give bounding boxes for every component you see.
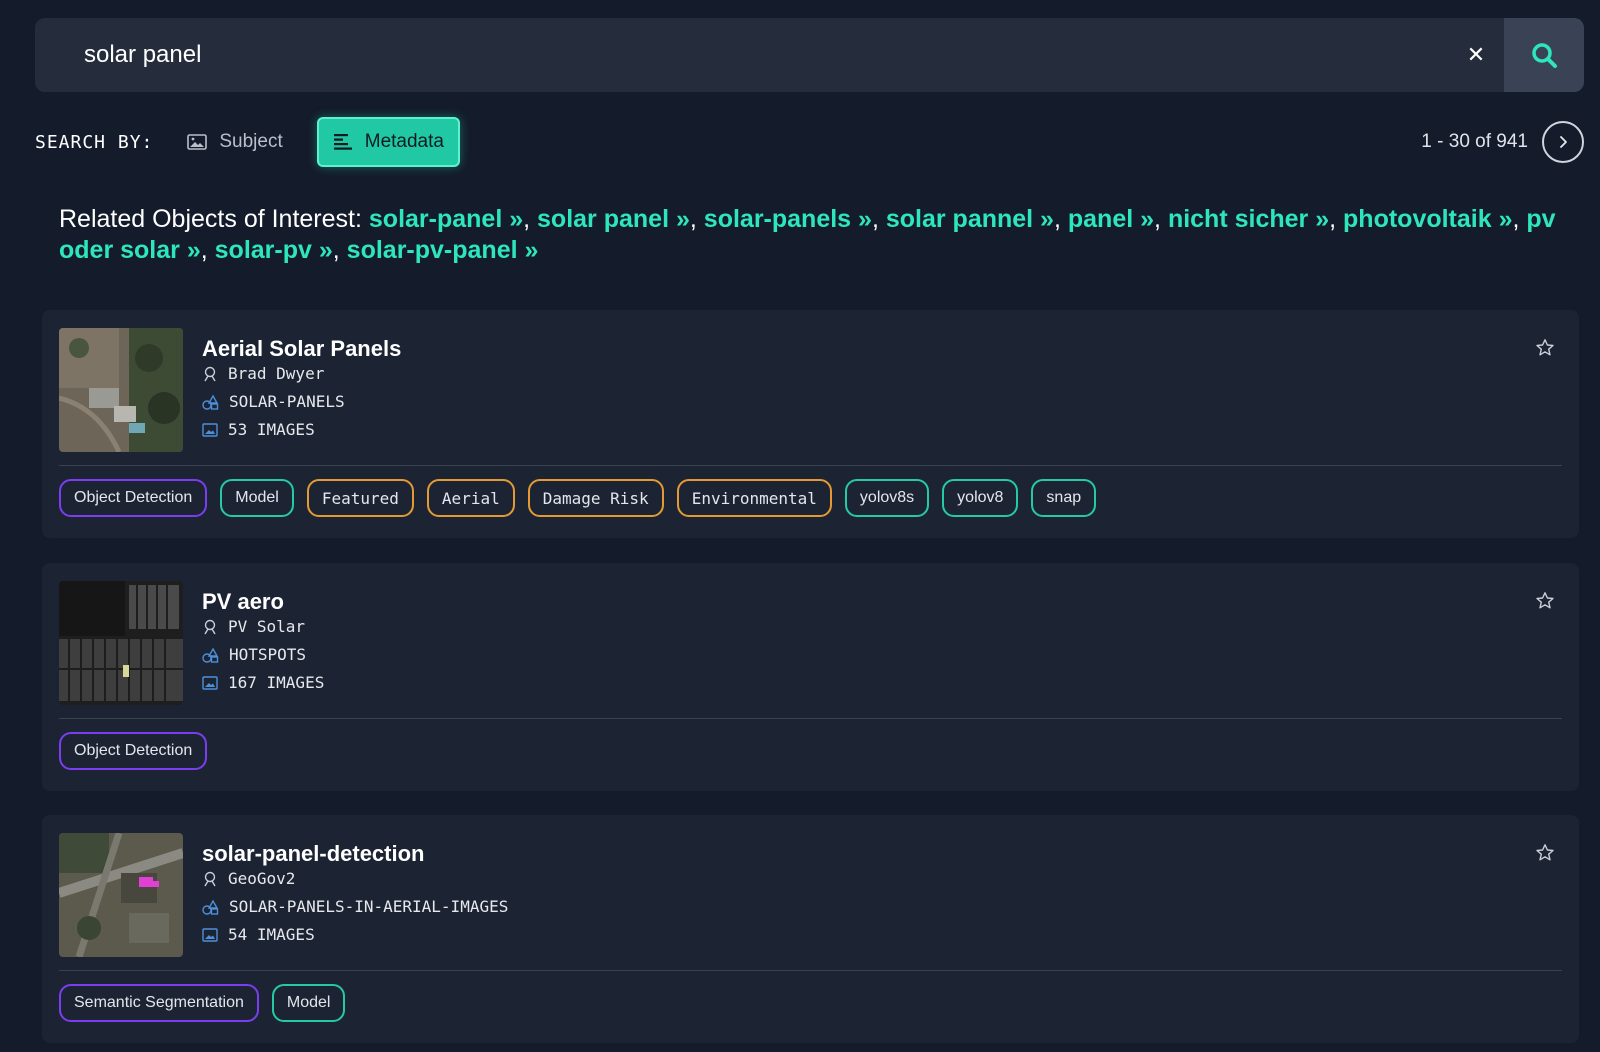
- result-image-count: 53 IMAGES: [202, 420, 315, 439]
- result-thumbnail: [59, 328, 183, 452]
- image-icon: [187, 134, 208, 150]
- result-card[interactable]: solar-panel-detection GeoGov2 SOLAR-PANE…: [42, 815, 1579, 1043]
- divider: [59, 465, 1562, 466]
- tag[interactable]: yolov8: [942, 479, 1019, 517]
- search-by-subject-button[interactable]: Subject: [187, 131, 283, 153]
- result-class-name: HOTSPOTS: [229, 645, 307, 664]
- result-author-name: PV Solar: [228, 617, 306, 636]
- related-prefix: Related Objects of Interest:: [59, 205, 362, 233]
- result-title[interactable]: PV aero: [202, 589, 284, 615]
- image-icon: [202, 927, 218, 942]
- search-by-label: SEARCH BY:: [35, 131, 154, 153]
- result-image-count: 54 IMAGES: [202, 925, 315, 944]
- search-bar: ✕: [35, 18, 1584, 92]
- result-author: Brad Dwyer: [202, 364, 324, 383]
- double-chevron-right-icon: »: [517, 236, 539, 264]
- tag-list: Object Detection: [59, 732, 208, 770]
- related-link[interactable]: solar-pv-panel: [347, 236, 518, 264]
- tag[interactable]: Object Detection: [59, 479, 208, 517]
- star-icon[interactable]: [1535, 338, 1555, 358]
- related-link[interactable]: photovoltaik: [1343, 205, 1492, 233]
- search-input[interactable]: [35, 18, 1448, 92]
- search-button[interactable]: [1504, 18, 1584, 92]
- double-chevron-right-icon: »: [502, 205, 524, 233]
- related-link[interactable]: solar pannel: [886, 205, 1033, 233]
- related-link[interactable]: solar-pv: [215, 236, 312, 264]
- tag-list: Semantic Segmentation Model: [59, 984, 346, 1022]
- tag[interactable]: Damage Risk: [527, 479, 664, 517]
- result-card[interactable]: Aerial Solar Panels Brad Dwyer SOLAR-PAN…: [42, 310, 1579, 538]
- pagination-text: 1 - 30 of 941: [1421, 131, 1528, 152]
- result-image-count-text: 53 IMAGES: [228, 420, 315, 439]
- result-image-count-text: 54 IMAGES: [228, 925, 315, 944]
- user-icon: [204, 871, 216, 886]
- double-chevron-right-icon: »: [669, 205, 690, 233]
- tag[interactable]: yolov8s: [844, 479, 930, 517]
- tag-list: Object Detection Model Featured Aerial D…: [59, 479, 1097, 517]
- double-chevron-right-icon: »: [1491, 205, 1513, 233]
- result-title[interactable]: solar-panel-detection: [202, 841, 424, 867]
- result-title[interactable]: Aerial Solar Panels: [202, 336, 401, 362]
- tag[interactable]: Environmental: [676, 479, 832, 517]
- related-link[interactable]: nicht sicher: [1168, 205, 1308, 233]
- double-chevron-right-icon: »: [1308, 205, 1330, 233]
- double-chevron-right-icon: »: [1133, 205, 1155, 233]
- result-thumbnail: [59, 833, 183, 957]
- tag[interactable]: Model: [271, 984, 346, 1022]
- chevron-right-icon: [1560, 136, 1567, 148]
- text-lines-icon: [333, 134, 352, 150]
- related-link[interactable]: solar panel: [537, 205, 669, 233]
- shapes-icon: [202, 647, 219, 663]
- related-link[interactable]: panel: [1068, 205, 1133, 233]
- search-by-row: SEARCH BY: Subject Metadata 1 - 30 of 94…: [35, 116, 1584, 168]
- clear-search-button[interactable]: ✕: [1448, 18, 1504, 92]
- image-icon: [202, 422, 218, 437]
- result-author-name: GeoGov2: [228, 869, 296, 888]
- divider: [59, 970, 1562, 971]
- related-objects: Related Objects of Interest: solar-panel…: [59, 205, 1556, 264]
- result-image-count: 167 IMAGES: [202, 673, 324, 692]
- shapes-icon: [202, 899, 219, 915]
- result-author: PV Solar: [202, 617, 305, 636]
- result-image-count-text: 167 IMAGES: [228, 673, 325, 692]
- metadata-label: Metadata: [364, 131, 444, 152]
- result-class: HOTSPOTS: [202, 645, 306, 664]
- image-icon: [202, 675, 218, 690]
- search-icon: [1532, 43, 1557, 68]
- related-link[interactable]: solar-panel: [369, 205, 502, 233]
- related-link[interactable]: solar-panels: [704, 205, 851, 233]
- tag[interactable]: snap: [1031, 479, 1097, 517]
- shapes-icon: [202, 394, 219, 410]
- tag[interactable]: Model: [220, 479, 294, 517]
- tag[interactable]: Featured: [306, 479, 414, 517]
- result-card[interactable]: PV aero PV Solar HOTSPOTS 167 IMAGES Obj…: [42, 563, 1579, 791]
- star-icon[interactable]: [1535, 843, 1555, 863]
- user-icon: [204, 619, 216, 634]
- result-author-name: Brad Dwyer: [228, 364, 325, 383]
- tag[interactable]: Semantic Segmentation: [59, 984, 259, 1022]
- double-chevron-right-icon: »: [311, 236, 333, 264]
- tag[interactable]: Object Detection: [59, 732, 208, 770]
- double-chevron-right-icon: »: [851, 205, 872, 233]
- user-icon: [204, 366, 216, 381]
- search-by-metadata-button[interactable]: Metadata: [316, 117, 460, 167]
- divider: [59, 718, 1562, 719]
- double-chevron-right-icon: »: [1033, 205, 1054, 233]
- result-class: SOLAR-PANELS-IN-AERIAL-IMAGES: [202, 897, 508, 916]
- result-class-name: SOLAR-PANELS-IN-AERIAL-IMAGES: [229, 897, 509, 916]
- tag[interactable]: Aerial: [426, 479, 515, 517]
- close-icon: ✕: [1466, 42, 1486, 67]
- next-page-button[interactable]: [1542, 121, 1584, 163]
- pagination: 1 - 30 of 941: [1421, 121, 1584, 163]
- result-author: GeoGov2: [202, 869, 295, 888]
- star-icon[interactable]: [1535, 591, 1555, 611]
- subject-label: Subject: [219, 131, 283, 152]
- result-thumbnail: [59, 581, 183, 705]
- result-class: SOLAR-PANELS: [202, 392, 345, 411]
- double-chevron-right-icon: »: [179, 236, 201, 264]
- result-class-name: SOLAR-PANELS: [229, 392, 345, 411]
